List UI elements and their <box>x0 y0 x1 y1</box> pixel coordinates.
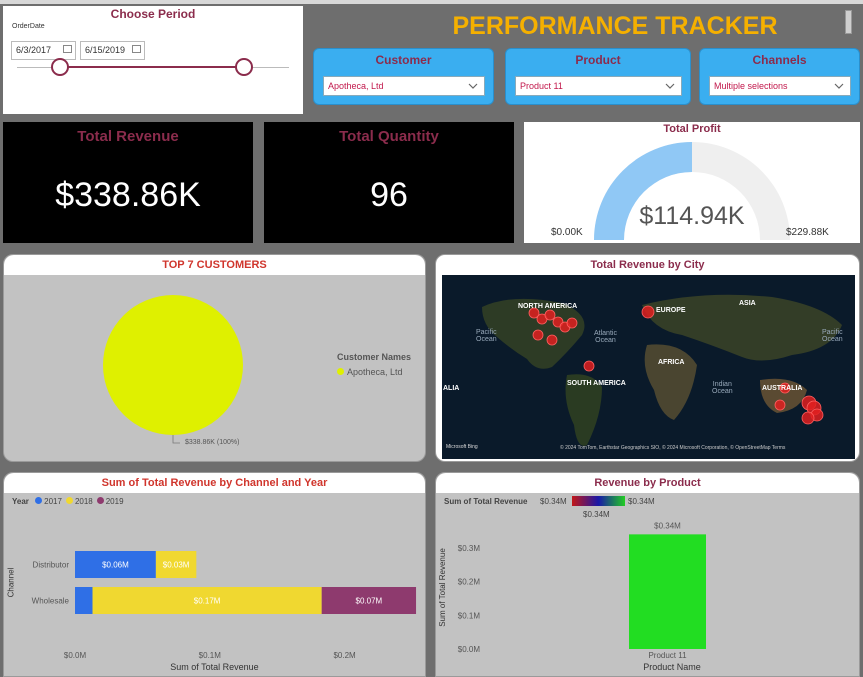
channel-data-label: $0.17M <box>194 597 221 606</box>
label-south-america: SOUTH AMERICA <box>567 380 626 387</box>
orderdate-label: OrderDate <box>12 23 45 30</box>
total-revenue-card: Total Revenue $338.86K <box>3 122 253 243</box>
label-north-america: NORTH AMERICA <box>518 303 578 310</box>
end-date-value: 6/15/2019 <box>85 45 126 55</box>
period-title: Choose Period <box>110 7 196 21</box>
range-fill <box>60 66 244 68</box>
map-attribution[interactable]: © 2024 TomTom, Earthstar Geographics SIO… <box>560 445 785 451</box>
page-title: PERFORMANCE TRACKER <box>452 12 778 40</box>
label-atlantic: Atlantic Ocean <box>594 330 617 344</box>
customer-slicer: Customer Apotheca, Ltd <box>313 48 494 105</box>
top-customers-card: TOP 7 CUSTOMERS $338.86K (100%) Customer… <box>3 254 426 462</box>
scrollbar-handle[interactable] <box>845 10 852 34</box>
city-marker <box>801 411 815 425</box>
product-bar-chart: $0.0M $0.1M $0.2M $0.3M $0.34M Product 11 <box>458 521 706 660</box>
product-bar[interactable] <box>629 534 706 649</box>
label-asia-left: ALIA <box>443 385 460 392</box>
chevron-down-icon[interactable] <box>466 79 480 93</box>
legend-dot <box>337 368 344 375</box>
product-y-tick: $0.2M <box>458 578 481 587</box>
gauge-min: $0.00K <box>551 227 583 238</box>
end-date-input[interactable]: 6/15/2019 <box>80 41 145 60</box>
product-y-tick: $0.0M <box>458 645 481 654</box>
world-map[interactable] <box>442 275 855 459</box>
channels-dropdown-value: Multiple selections <box>714 81 788 91</box>
range-start-handle[interactable] <box>51 58 69 76</box>
calendar-icon[interactable] <box>132 45 141 53</box>
city-marker <box>641 305 655 319</box>
channel-bar-chart: Distributor $0.06M $0.03M Wholesale $0.17M $0… <box>32 551 417 660</box>
pie-legend-label: Apotheca, Ltd <box>347 367 403 377</box>
start-date-value: 6/3/2017 <box>16 45 52 55</box>
total-profit-card: Total Profit $114.94K $0.00K $229.88K <box>524 122 860 243</box>
channels-slicer-title: Channels <box>752 53 807 67</box>
product-slicer: Product Product 11 <box>505 48 691 105</box>
total-quantity-card: Total Quantity 96 <box>264 122 514 243</box>
chevron-down-icon[interactable] <box>832 79 846 93</box>
total-quantity-title: Total Quantity <box>339 128 439 145</box>
pie-legend-title: Customer Names <box>337 352 412 362</box>
channel-data-label: $0.03M <box>163 561 190 570</box>
channel-x-tick: $0.1M <box>199 651 222 660</box>
revenue-map-card: Total Revenue by City NORTH AMERICA EURO… <box>435 254 860 462</box>
product-revenue-card: Revenue by Product Sum of Total Revenue … <box>435 472 860 677</box>
range-end-handle[interactable] <box>235 58 253 76</box>
chevron-down-icon[interactable] <box>663 79 677 93</box>
product-dropdown[interactable]: Product 11 <box>515 76 682 96</box>
product-data-label: $0.34M <box>654 521 681 530</box>
customer-dropdown-value: Apotheca, Ltd <box>328 81 384 91</box>
top-strip <box>0 0 863 4</box>
channel-bar-segment[interactable] <box>75 587 93 614</box>
customer-slicer-title: Customer <box>375 53 432 67</box>
pie-legend-item[interactable]: Apotheca, Ltd <box>337 367 403 377</box>
channel-data-label: $0.06M <box>102 561 129 570</box>
product-xlabel: Product Name <box>643 662 701 672</box>
period-slicer: Choose Period OrderDate 6/3/2017 6/15/20… <box>3 6 303 114</box>
pie-leader-line <box>172 435 180 444</box>
channel-xlabel: Sum of Total Revenue <box>170 662 259 672</box>
channel-category-label: Wholesale <box>32 597 70 606</box>
city-marker <box>544 309 556 321</box>
gauge-max: $229.88K <box>786 227 829 238</box>
city-marker <box>566 317 578 329</box>
map-bing-logo: Microsoft Bing <box>446 444 478 450</box>
product-slicer-title: Product <box>575 53 621 67</box>
start-date-input[interactable]: 6/3/2017 <box>11 41 76 60</box>
channel-category-label: Distributor <box>33 561 70 570</box>
channel-x-tick: $0.0M <box>64 651 87 660</box>
channel-data-label: $0.07M <box>356 597 383 606</box>
label-pacific-right: Pacific Ocean <box>822 329 843 343</box>
total-revenue-title: Total Revenue <box>77 128 179 145</box>
label-asia: ASIA <box>739 300 756 307</box>
pie-slice-label: $338.86K (100%) <box>185 439 240 446</box>
channel-ylabel: Channel <box>6 567 16 598</box>
product-dropdown-value: Product 11 <box>520 81 563 91</box>
city-marker <box>546 334 558 346</box>
product-y-tick: $0.3M <box>458 544 481 553</box>
city-marker <box>774 399 786 411</box>
map-title: Total Revenue by City <box>436 255 859 275</box>
product-ylabel: Sum of Total Revenue <box>437 548 447 627</box>
city-marker <box>532 329 544 341</box>
label-pacific-left: Pacific Ocean <box>476 329 497 343</box>
channels-dropdown[interactable]: Multiple selections <box>709 76 851 96</box>
product-y-tick: $0.1M <box>458 611 481 620</box>
pie-slice-apotheca <box>103 295 243 435</box>
product-category-label: Product 11 <box>648 651 687 660</box>
channels-slicer: Channels Multiple selections <box>699 48 860 105</box>
calendar-icon[interactable] <box>63 45 72 53</box>
total-revenue-value: $338.86K <box>55 176 201 214</box>
label-europe: EUROPE <box>656 307 686 314</box>
customer-dropdown[interactable]: Apotheca, Ltd <box>323 76 485 96</box>
label-africa: AFRICA <box>658 359 685 366</box>
label-australia: AUSTRALIA <box>762 385 803 392</box>
channel-year-card: Sum of Total Revenue by Channel and Year… <box>3 472 426 677</box>
label-indian: Indian Ocean <box>712 381 733 395</box>
city-marker <box>583 360 595 372</box>
channel-x-tick: $0.2M <box>333 651 356 660</box>
total-quantity-value: 96 <box>370 176 408 214</box>
